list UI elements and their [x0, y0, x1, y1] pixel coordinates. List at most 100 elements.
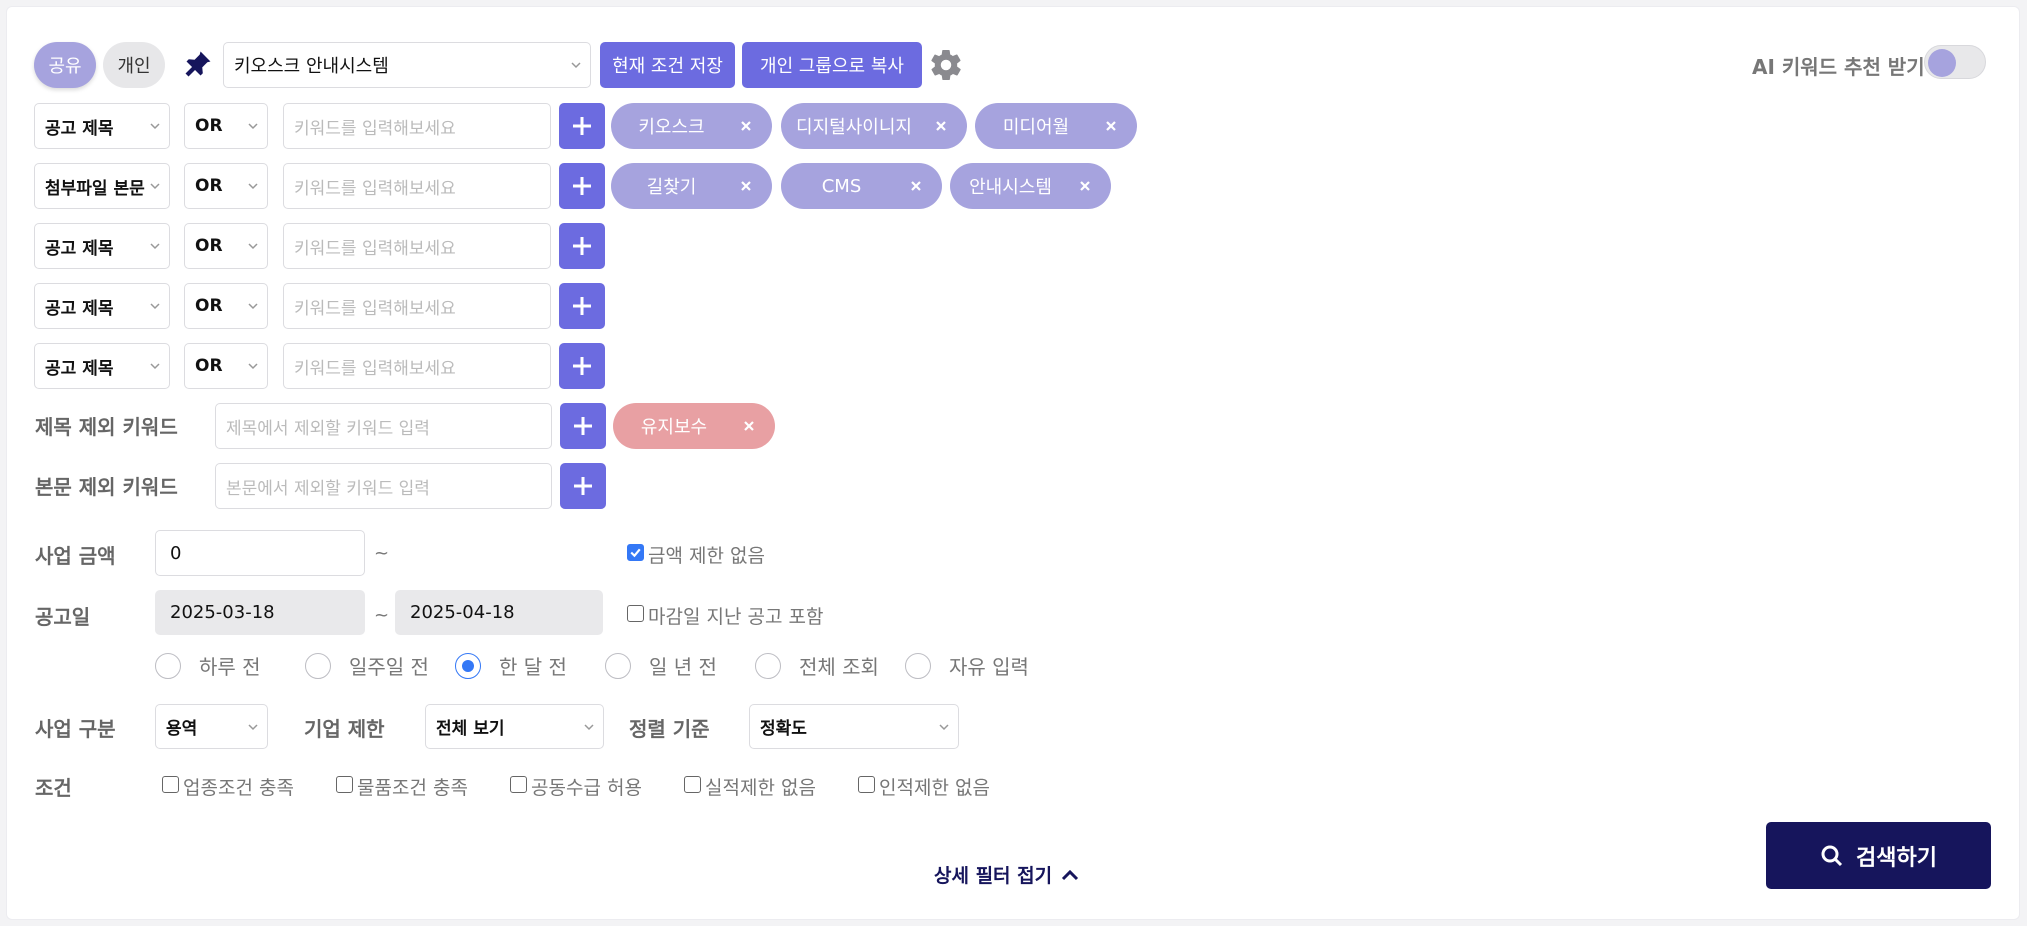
- chip-label: 디지털사이니지: [796, 117, 912, 138]
- amount-label: 사업 금액: [35, 544, 116, 568]
- add-keyword-button[interactable]: [559, 103, 605, 149]
- chevron-down-icon: [571, 62, 581, 69]
- condition-label: 인적제한 없음: [879, 777, 990, 799]
- date-start-input[interactable]: 2025-03-18: [155, 590, 365, 635]
- condition-label: 물품조건 충족: [357, 777, 468, 799]
- close-icon[interactable]: [740, 120, 752, 132]
- checkbox-unchecked[interactable]: [510, 776, 527, 793]
- condition-label: 실적제한 없음: [705, 777, 816, 799]
- field-select[interactable]: 첨부파일 본문: [34, 163, 170, 209]
- keyword-chip: 안내시스템: [950, 163, 1111, 209]
- condition-checkbox[interactable]: 물품조건 충족: [336, 773, 468, 800]
- operator-select[interactable]: OR: [184, 163, 268, 209]
- period-radio[interactable]: 전체 조회: [755, 651, 879, 680]
- checkbox-unchecked[interactable]: [162, 776, 179, 793]
- save-condition-button[interactable]: 현재 조건 저장: [600, 42, 735, 88]
- checkbox-checked[interactable]: [627, 544, 644, 561]
- company-limit-select[interactable]: 전체 보기: [425, 704, 604, 749]
- close-icon[interactable]: [910, 180, 922, 192]
- add-keyword-button[interactable]: [559, 163, 605, 209]
- operator-select[interactable]: OR: [184, 223, 268, 269]
- period-radio[interactable]: 하루 전: [155, 651, 261, 680]
- field-select-value: 첨부파일 본문: [45, 178, 145, 199]
- close-icon[interactable]: [743, 420, 755, 432]
- collapse-filter-link[interactable]: 상세 필터 접기: [934, 861, 1080, 888]
- field-select[interactable]: 공고 제목: [34, 283, 170, 329]
- chevron-down-icon: [248, 123, 258, 130]
- period-radio[interactable]: 일 년 전: [605, 651, 717, 680]
- radio-circle[interactable]: [605, 652, 631, 679]
- field-select[interactable]: 공고 제목: [34, 343, 170, 389]
- tab-shared[interactable]: 공유: [34, 42, 96, 88]
- chevron-up-icon: [1062, 869, 1079, 880]
- period-radio[interactable]: 자유 입력: [905, 651, 1029, 680]
- period-radio[interactable]: 한 달 전: [455, 651, 567, 680]
- condition-checkbox[interactable]: 인적제한 없음: [858, 773, 990, 800]
- condition-checkbox[interactable]: 실적제한 없음: [684, 773, 816, 800]
- amount-no-limit-checkbox[interactable]: 금액 제한 없음: [627, 541, 765, 568]
- keyword-chip: 디지털사이니지: [781, 103, 967, 149]
- radio-circle[interactable]: [455, 652, 481, 679]
- checkbox-unchecked[interactable]: [336, 776, 353, 793]
- include-closed-checkbox[interactable]: 마감일 지난 공고 포함: [627, 602, 823, 629]
- search-icon: [1821, 845, 1843, 866]
- date-end-input[interactable]: 2025-04-18: [395, 590, 603, 635]
- close-icon[interactable]: [1079, 180, 1091, 192]
- sort-select[interactable]: 정확도: [749, 704, 959, 749]
- business-type-select[interactable]: 용역: [155, 704, 268, 749]
- add-keyword-button[interactable]: [559, 343, 605, 389]
- keyword-input[interactable]: 키워드를 입력해보세요: [283, 223, 551, 269]
- exclude-title-input[interactable]: 제목에서 제외할 키워드 입력: [215, 403, 552, 449]
- radio-circle[interactable]: [305, 652, 331, 679]
- plus-icon: [574, 477, 592, 495]
- ai-recommend-toggle[interactable]: [1924, 45, 1986, 79]
- keyword-input[interactable]: 키워드를 입력해보세요: [283, 343, 551, 389]
- keyword-chip: 키오스크: [611, 103, 772, 149]
- add-exclude-title-button[interactable]: [560, 403, 606, 449]
- operator-select[interactable]: OR: [184, 343, 268, 389]
- chevron-down-icon: [248, 183, 258, 190]
- period-radio-label: 일 년 전: [649, 655, 717, 679]
- amount-no-limit-label: 금액 제한 없음: [648, 545, 765, 567]
- chip-label: 길찾기: [646, 177, 697, 198]
- operator-select[interactable]: OR: [184, 103, 268, 149]
- chip-label: 유지보수: [640, 417, 708, 438]
- checkbox-unchecked[interactable]: [627, 605, 644, 622]
- period-radio[interactable]: 일주일 전: [305, 651, 429, 680]
- pin-icon[interactable]: [180, 48, 214, 82]
- add-keyword-button[interactable]: [559, 223, 605, 269]
- radio-circle[interactable]: [755, 652, 781, 679]
- condition-checkbox[interactable]: 업종조건 충족: [162, 773, 294, 800]
- group-select[interactable]: 키오스크 안내시스템: [223, 42, 591, 88]
- radio-circle[interactable]: [905, 652, 931, 679]
- radio-circle[interactable]: [155, 652, 181, 679]
- keyword-input[interactable]: 키워드를 입력해보세요: [283, 283, 551, 329]
- add-exclude-body-button[interactable]: [560, 463, 606, 509]
- tab-personal[interactable]: 개인: [103, 42, 165, 88]
- chevron-down-icon: [150, 123, 160, 130]
- gear-icon[interactable]: [928, 47, 964, 83]
- close-icon[interactable]: [1105, 120, 1117, 132]
- exclude-body-input[interactable]: 본문에서 제외할 키워드 입력: [215, 463, 552, 509]
- amount-min-input[interactable]: 0: [155, 530, 365, 576]
- sort-value: 정확도: [760, 719, 807, 739]
- field-select[interactable]: 공고 제목: [34, 223, 170, 269]
- plus-icon: [573, 297, 591, 315]
- checkbox-unchecked[interactable]: [858, 776, 875, 793]
- operator-select[interactable]: OR: [184, 283, 268, 329]
- close-icon[interactable]: [740, 180, 752, 192]
- chevron-down-icon: [150, 183, 160, 190]
- copy-to-personal-button[interactable]: 개인 그룹으로 복사: [742, 42, 922, 88]
- keyword-input[interactable]: 키워드를 입력해보세요: [283, 163, 551, 209]
- close-icon[interactable]: [935, 120, 947, 132]
- period-radio-label: 전체 조회: [799, 655, 879, 679]
- company-limit-value: 전체 보기: [436, 719, 505, 739]
- collapse-filter-label: 상세 필터 접기: [934, 865, 1053, 887]
- plus-icon: [573, 177, 591, 195]
- field-select[interactable]: 공고 제목: [34, 103, 170, 149]
- keyword-input[interactable]: 키워드를 입력해보세요: [283, 103, 551, 149]
- add-keyword-button[interactable]: [559, 283, 605, 329]
- search-button[interactable]: 검색하기: [1766, 822, 1991, 889]
- checkbox-unchecked[interactable]: [684, 776, 701, 793]
- condition-checkbox[interactable]: 공동수급 허용: [510, 773, 642, 800]
